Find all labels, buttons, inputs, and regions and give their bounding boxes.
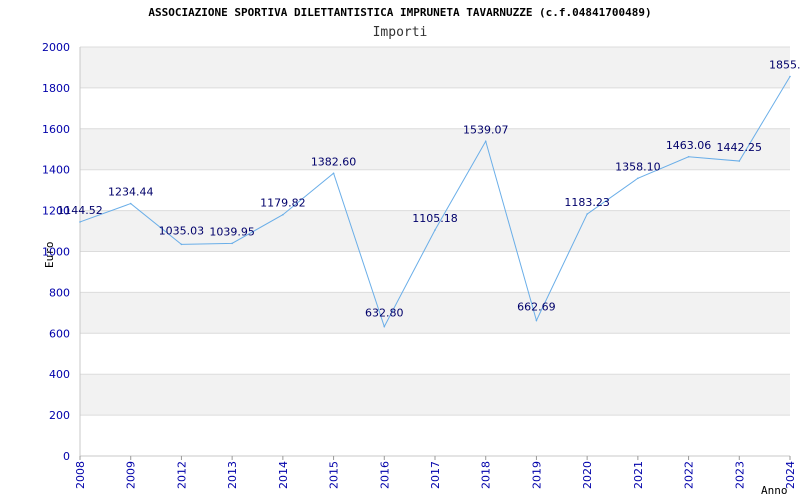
x-tick-label: 2016 — [378, 461, 391, 489]
x-axis-label: Anno — [761, 484, 788, 497]
data-label: 1183.23 — [564, 196, 610, 209]
series-line — [79, 75, 791, 328]
data-point — [637, 177, 639, 180]
data-label: 1382.60 — [311, 155, 357, 168]
data-label: 1144.52 — [57, 204, 103, 217]
x-tick-label: 2020 — [581, 461, 594, 489]
y-tick-label: 0 — [63, 450, 70, 463]
data-label: 1039.95 — [209, 225, 255, 238]
data-label: 1179.82 — [260, 197, 306, 210]
data-point — [789, 75, 791, 78]
line-chart: 0200400600800100012001400160018002000 20… — [42, 41, 800, 497]
data-label: 1234.44 — [108, 186, 154, 199]
x-tick-label: 2012 — [175, 461, 188, 489]
data-point — [535, 319, 538, 322]
data-point — [129, 202, 132, 205]
data-point — [434, 229, 436, 231]
x-tick-labels: 2008 2009 2012 2013 2014 2015 2016 2017 2018 2019… — [74, 456, 797, 489]
y-axis-label: Euro — [43, 242, 56, 269]
y-tick-label: 1600 — [42, 123, 70, 136]
data-point — [738, 160, 741, 162]
x-tick-label: 2021 — [632, 461, 645, 489]
grid-band — [80, 292, 790, 334]
data-point — [687, 156, 690, 158]
data-label: 1105.18 — [412, 212, 458, 225]
data-point — [586, 213, 588, 215]
y-tick-label: 1400 — [42, 164, 70, 177]
x-tick-label: 2019 — [530, 461, 543, 489]
data-point — [180, 243, 183, 246]
data-label: 632.80 — [365, 307, 404, 320]
data-labels: 1144.52 1234.44 1035.03 1039.95 1179.82 1382.… — [57, 58, 800, 319]
data-point — [231, 242, 233, 245]
grid-band — [80, 374, 790, 416]
y-tick-label: 400 — [49, 368, 70, 381]
y-tick-label: 600 — [49, 327, 70, 340]
y-tick-label: 1800 — [42, 82, 70, 95]
y-tick-label: 800 — [49, 286, 70, 299]
x-tick-label: 2015 — [328, 461, 341, 489]
series-line-path — [79, 76, 791, 328]
data-point — [282, 213, 284, 216]
data-label: 1855.80 — [769, 58, 800, 71]
data-point — [79, 221, 81, 223]
x-tick-label: 2014 — [277, 461, 290, 489]
data-label: 662.69 — [517, 300, 556, 313]
x-tick-label: 2022 — [683, 461, 696, 489]
x-tick-label: 2017 — [429, 461, 442, 489]
x-tick-label: 2013 — [226, 461, 239, 489]
data-label: 1035.03 — [159, 224, 205, 237]
data-label: 1463.06 — [666, 139, 712, 152]
grid-band — [80, 47, 790, 88]
x-tick-label: 2023 — [733, 461, 746, 489]
data-label: 1358.10 — [615, 160, 661, 173]
data-point — [484, 140, 487, 143]
data-point — [332, 172, 335, 175]
x-tick-label: 2008 — [74, 461, 87, 489]
data-label: 1442.25 — [717, 141, 763, 154]
x-tick-label: 2018 — [480, 461, 493, 489]
y-tick-label: 2000 — [42, 41, 70, 54]
x-tick-label: 2009 — [125, 461, 138, 489]
y-tick-label: 200 — [49, 409, 70, 422]
data-point — [383, 325, 386, 328]
data-label: 1539.07 — [463, 123, 509, 136]
